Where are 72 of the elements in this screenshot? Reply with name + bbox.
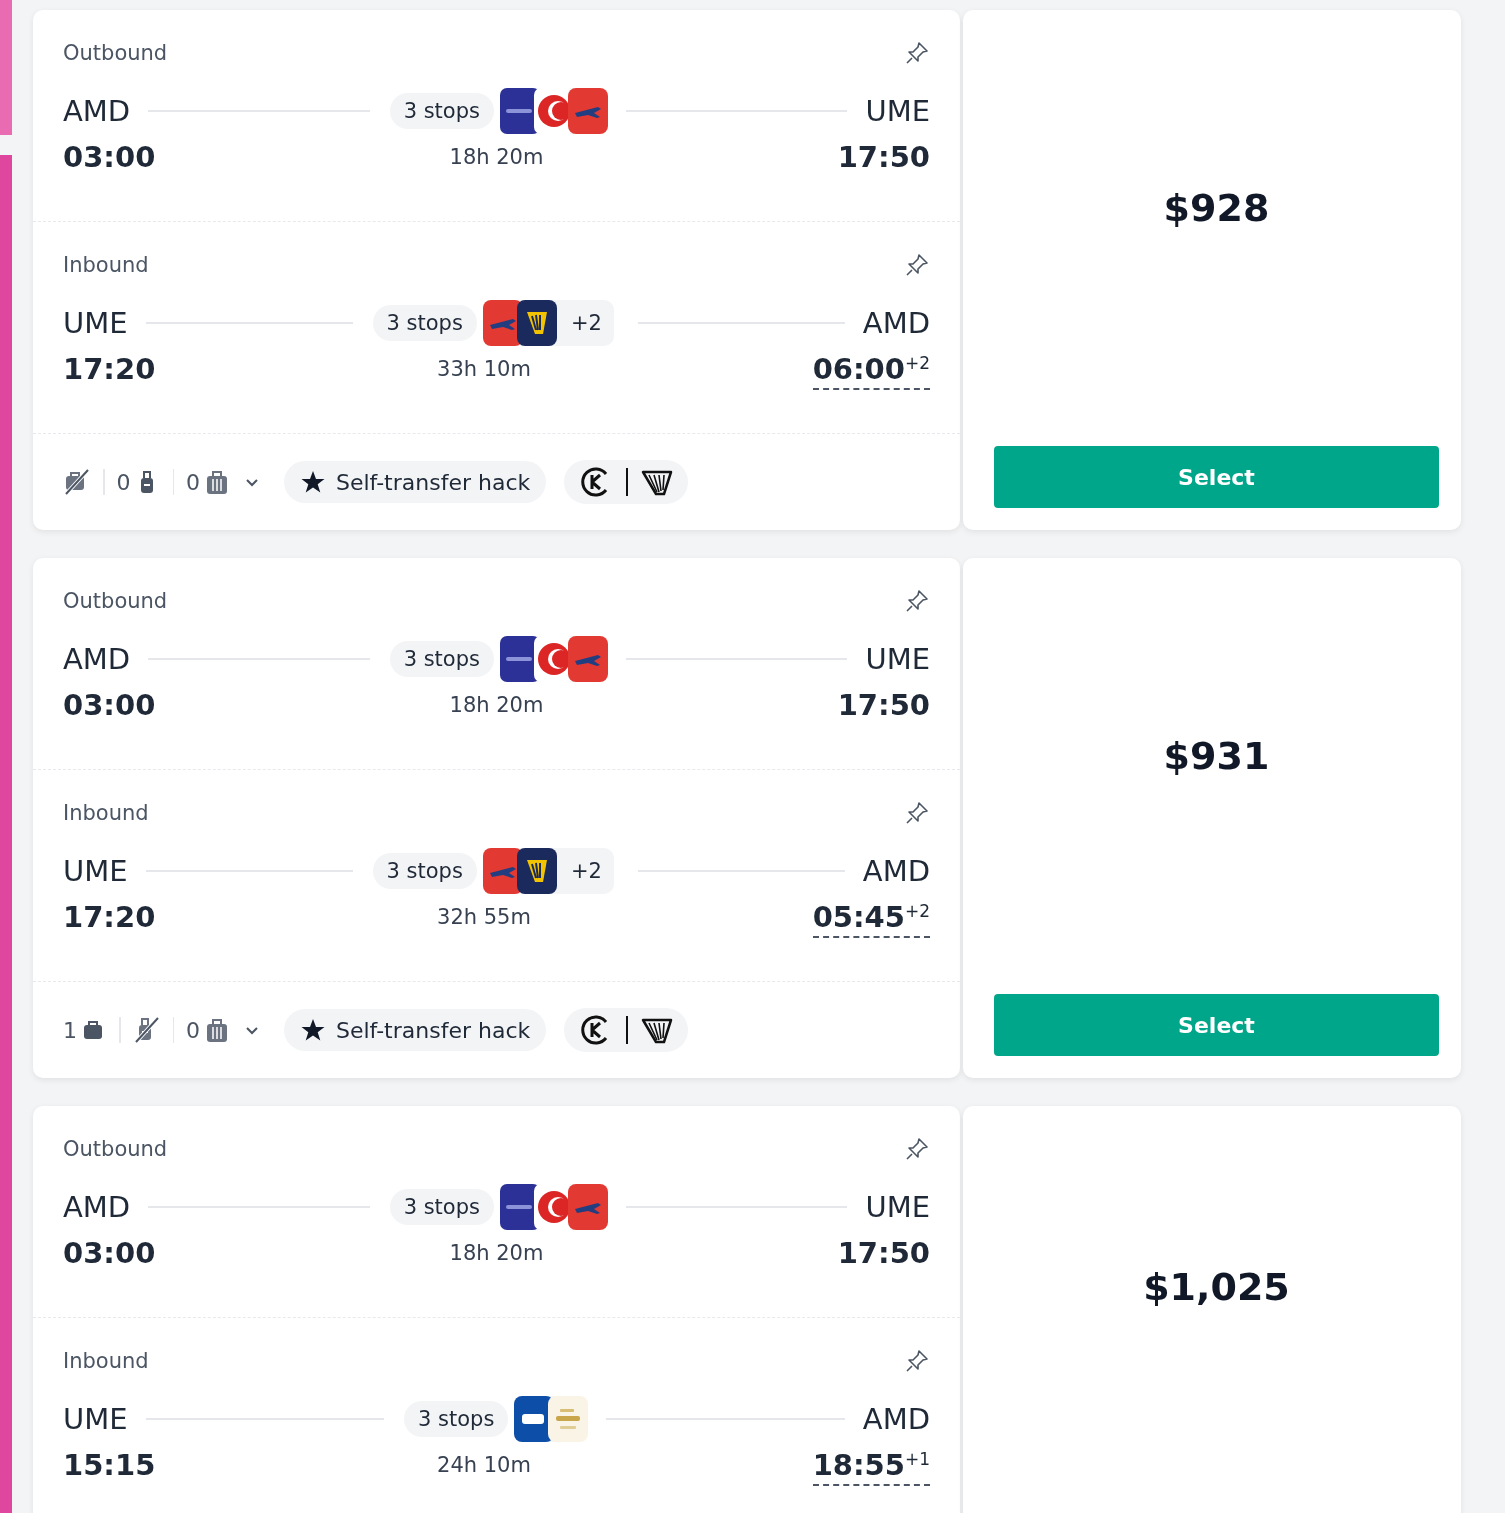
airline-logo [516,300,557,346]
select-button[interactable]: Select [994,994,1439,1056]
airport-code: AMD [63,94,131,128]
arrival-time: 05:45$^{+2}$ [812,900,930,938]
stops-badge: 3 stops [389,1189,494,1225]
price-text: $928 [1163,186,1270,230]
airport-code: AMD [862,306,930,340]
flight-duration: 18h 20m [448,693,545,717]
pin-icon[interactable] [904,252,930,278]
bag-count: 0 [116,469,161,495]
airline-logo [548,1396,589,1442]
more-airlines-count: +2 [569,311,603,335]
price-text: $931 [1163,734,1270,778]
flight-duration: 24h 10m [436,1453,532,1477]
airport-code: UME [63,854,128,888]
flight-duration: 33h 10m [436,357,532,381]
pin-icon[interactable] [904,588,930,614]
airport-code: AMD [862,854,930,888]
flight-duration: 18h 20m [448,145,545,169]
star-icon [300,469,326,495]
airline-logo [500,636,540,682]
departure-time: 15:15 [63,1448,156,1482]
arrival-time: 17:50 [837,688,930,724]
airport-code: UME [865,94,930,128]
leg-label: Inbound [63,1349,149,1373]
leg-label: Inbound [63,253,149,277]
departure-time: 03:00 [63,140,156,174]
stops-badge: 3 stops [372,305,477,341]
airline-logo [500,88,540,134]
leg-label: Outbound [63,1137,168,1161]
departure-time: 17:20 [63,352,156,386]
airline-logo [516,848,557,894]
pin-icon[interactable] [904,800,930,826]
flight-duration: 32h 55m [436,905,532,929]
airport-code: UME [865,642,930,676]
more-airlines-count: +2 [569,859,603,883]
star-icon [300,1017,326,1043]
bag-count: 0 [186,469,230,495]
arrival-time: 18:55$^{+1}$ [812,1448,930,1486]
airport-code: AMD [862,1402,930,1436]
airline-logo [500,1184,540,1230]
airport-code: UME [63,1402,128,1436]
stops-badge: 3 stops [389,93,494,129]
airline-logo [568,88,608,134]
bag-count: 0 [186,1017,230,1043]
leg-label: Inbound [63,801,149,825]
stops-badge: 3 stops [404,1401,509,1437]
departure-time: 03:00 [63,1236,156,1270]
price-text: $1,025 [1143,1265,1290,1309]
departure-time: 17:20 [63,900,156,934]
departure-time: 03:00 [63,688,156,722]
airport-code: UME [865,1190,930,1224]
flight-duration: 18h 20m [448,1241,545,1265]
leg-label: Outbound [63,589,168,613]
bag-count: 1 [63,1017,107,1043]
pin-icon[interactable] [904,1348,930,1374]
airport-code: AMD [63,642,131,676]
select-button[interactable]: Select [994,446,1439,508]
leg-label: Outbound [63,41,168,65]
airport-code: AMD [63,1190,131,1224]
arrival-time: 17:50 [837,140,930,176]
pin-icon[interactable] [904,1136,930,1162]
airline-logo [568,1184,608,1230]
hack-badge: Self-transfer hack [284,461,547,503]
arrival-time: 06:00$^{+2}$ [812,352,930,390]
stops-badge: 3 stops [372,853,477,889]
hack-badge: Self-transfer hack [284,1009,547,1051]
airline-logo [568,636,608,682]
stops-badge: 3 stops [389,641,494,677]
airport-code: UME [63,306,128,340]
pin-icon[interactable] [904,40,930,66]
arrival-time: 17:50 [837,1236,930,1272]
